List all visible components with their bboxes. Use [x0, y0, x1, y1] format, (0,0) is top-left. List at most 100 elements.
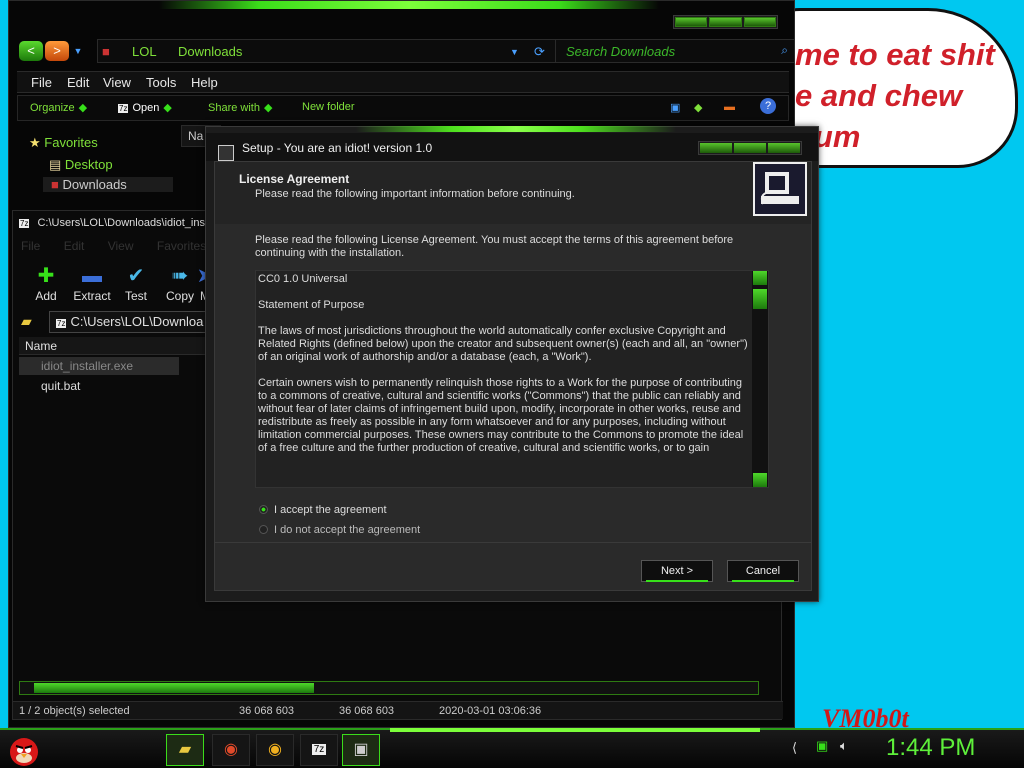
plus-icon: ✚ — [37, 265, 55, 287]
section-heading: License Agreement — [239, 172, 350, 186]
dialog-separator — [215, 542, 811, 543]
license-paragraph: CC0 1.0 Universal — [258, 273, 348, 285]
zip-menu-edit[interactable]: Edit — [64, 239, 85, 253]
setup-icon: ▣ — [353, 741, 369, 758]
downloads-icon: ■ — [51, 177, 59, 192]
radio-checked-icon — [259, 505, 268, 514]
7zip-menu-bar: File Edit View Favorites — [21, 239, 226, 253]
dialog-minimize-button[interactable] — [700, 143, 732, 153]
start-button[interactable] — [4, 732, 44, 768]
menu-edit[interactable]: Edit — [67, 75, 89, 90]
7zip-title: 7z C:\Users\LOL\Downloads\idiot_ins — [19, 217, 205, 229]
taskbar-glow — [390, 728, 760, 732]
menu-help[interactable]: Help — [191, 75, 218, 90]
license-scroll-thumb[interactable] — [753, 289, 767, 309]
dialog-titlebar: Setup - You are an idiot! version 1.0 — [206, 133, 818, 161]
installer-logo-icon — [753, 162, 807, 216]
recent-pages-dropdown[interactable]: ▼ — [71, 41, 85, 61]
organize-button[interactable]: Organize ◆ — [30, 101, 87, 114]
horizontal-scrollbar[interactable] — [19, 681, 759, 695]
dialog-glow — [356, 126, 676, 132]
network-icon[interactable]: ▣ — [816, 738, 828, 754]
file-row-idiot-installer[interactable]: idiot_installer.exe — [19, 357, 179, 375]
chrome-canary-icon: ◉ — [268, 741, 282, 758]
menu-bar: File Edit View Tools Help — [17, 71, 789, 93]
refresh-icon[interactable]: ⟳ — [534, 44, 545, 60]
window-controls — [673, 15, 778, 29]
address-dropdown-icon[interactable]: ▼ — [510, 47, 519, 57]
view-options-icon[interactable]: ▣ — [670, 101, 680, 114]
taskbar-chrome-canary[interactable]: ◉ — [256, 734, 294, 766]
add-button[interactable]: ✚ Add — [21, 263, 71, 303]
license-scrollbar[interactable] — [752, 271, 768, 487]
taskbar-explorer[interactable]: ▰ — [166, 734, 204, 766]
breadcrumb-lol[interactable]: LOL — [132, 44, 157, 59]
extract-button[interactable]: ▬ Extract — [67, 263, 117, 303]
menu-tools[interactable]: Tools — [146, 75, 176, 90]
taskbar-chrome[interactable]: ◉ — [212, 734, 250, 766]
column-name[interactable]: Name — [25, 339, 57, 353]
address-bar[interactable]: ■ LOL Downloads ▼ ⟳ — [97, 39, 557, 63]
volume-icon[interactable]: 🔈︎ — [840, 738, 848, 754]
desktop-icon: ▤ — [49, 157, 62, 172]
sidebar-item-downloads[interactable]: ■ Downloads — [43, 177, 173, 192]
test-button[interactable]: ✔ Test — [111, 263, 161, 303]
up-folder-icon[interactable]: ▰ — [21, 313, 43, 333]
maximize-button[interactable] — [709, 17, 742, 27]
taskbar-clock[interactable]: 1:44 PM — [886, 734, 975, 762]
forward-button[interactable]: > — [45, 41, 69, 61]
new-folder-button[interactable]: New folder — [302, 101, 355, 113]
7zip-icon: 7z — [19, 219, 30, 228]
back-button[interactable]: < — [19, 41, 43, 61]
license-textbox[interactable]: CC0 1.0 Universal Statement of Purpose T… — [255, 270, 769, 488]
preview-pane-icon[interactable]: ▬ — [724, 101, 735, 113]
zip-menu-favorites[interactable]: Favorites — [157, 239, 206, 253]
minimize-button[interactable] — [675, 17, 708, 27]
section-subheading: Please read the following important info… — [255, 188, 575, 200]
dialog-close-button[interactable] — [768, 143, 800, 153]
file-row-quit-bat[interactable]: quit.bat — [19, 377, 179, 395]
tray-chevron-icon[interactable]: ⟨ — [792, 740, 797, 756]
zip-menu-file[interactable]: File — [21, 239, 40, 253]
chrome-icon: ◉ — [224, 741, 238, 758]
taskbar-7zip[interactable]: 7z — [300, 734, 338, 766]
menu-file[interactable]: File — [31, 75, 52, 90]
help-icon[interactable]: ? — [760, 98, 776, 114]
sidebar-item-desktop[interactable]: ▤ Desktop — [49, 157, 113, 173]
license-instruction: Please read the following License Agreem… — [255, 234, 734, 259]
cancel-button[interactable]: Cancel — [727, 560, 799, 582]
menu-view[interactable]: View — [103, 75, 131, 90]
decline-radio[interactable]: I do not accept the agreement — [259, 524, 420, 536]
archive-icon: 7z — [56, 319, 67, 328]
search-input[interactable]: Search Downloads — [566, 44, 675, 59]
next-button[interactable]: Next > — [641, 560, 713, 582]
share-with-button[interactable]: Share with ◆ — [208, 101, 272, 114]
status-selection: 1 / 2 object(s) selected — [19, 705, 130, 717]
status-size: 36 068 603 — [239, 705, 295, 717]
search-box[interactable]: Search Downloads ⌕ — [555, 39, 795, 63]
scrollbar-thumb[interactable] — [34, 683, 314, 693]
sidebar-item-favorites[interactable]: ★ Favorites — [29, 135, 98, 151]
dialog-maximize-button[interactable] — [734, 143, 766, 153]
accept-radio[interactable]: I accept the agreement — [259, 504, 387, 516]
dialog-title: Setup - You are an idiot! version 1.0 — [242, 141, 433, 155]
minus-icon: ▬ — [82, 265, 102, 287]
license-text: CC0 1.0 Universal Statement of Purpose T… — [258, 273, 748, 468]
scroll-down-button[interactable] — [753, 473, 767, 487]
system-tray: ⟨ ▣ 🔈︎ — [786, 738, 876, 764]
scroll-up-button[interactable] — [753, 271, 767, 285]
folder-icon: ▰ — [178, 741, 192, 758]
open-button[interactable]: 7z Open ◆ — [118, 101, 172, 114]
dialog-window-controls — [698, 141, 802, 155]
zip-menu-view[interactable]: View — [108, 239, 134, 253]
close-button[interactable] — [743, 17, 776, 27]
7zip-small-icon: 7z — [118, 104, 129, 113]
search-icon[interactable]: ⌕ — [781, 43, 788, 58]
taskbar: ▰ ◉ ◉ 7z ▣ ⟨ ▣ 🔈︎ 1:44 PM — [0, 728, 1024, 768]
view-dropdown-icon[interactable]: ◆ — [694, 101, 702, 114]
status-packed-size: 36 068 603 — [339, 705, 395, 717]
breadcrumb-downloads[interactable]: Downloads — [178, 44, 242, 59]
folder-icon: ■ — [102, 44, 110, 59]
7zip-path-field[interactable]: 7z C:\Users\LOL\Downloa — [49, 311, 209, 333]
taskbar-setup[interactable]: ▣ — [342, 734, 380, 766]
